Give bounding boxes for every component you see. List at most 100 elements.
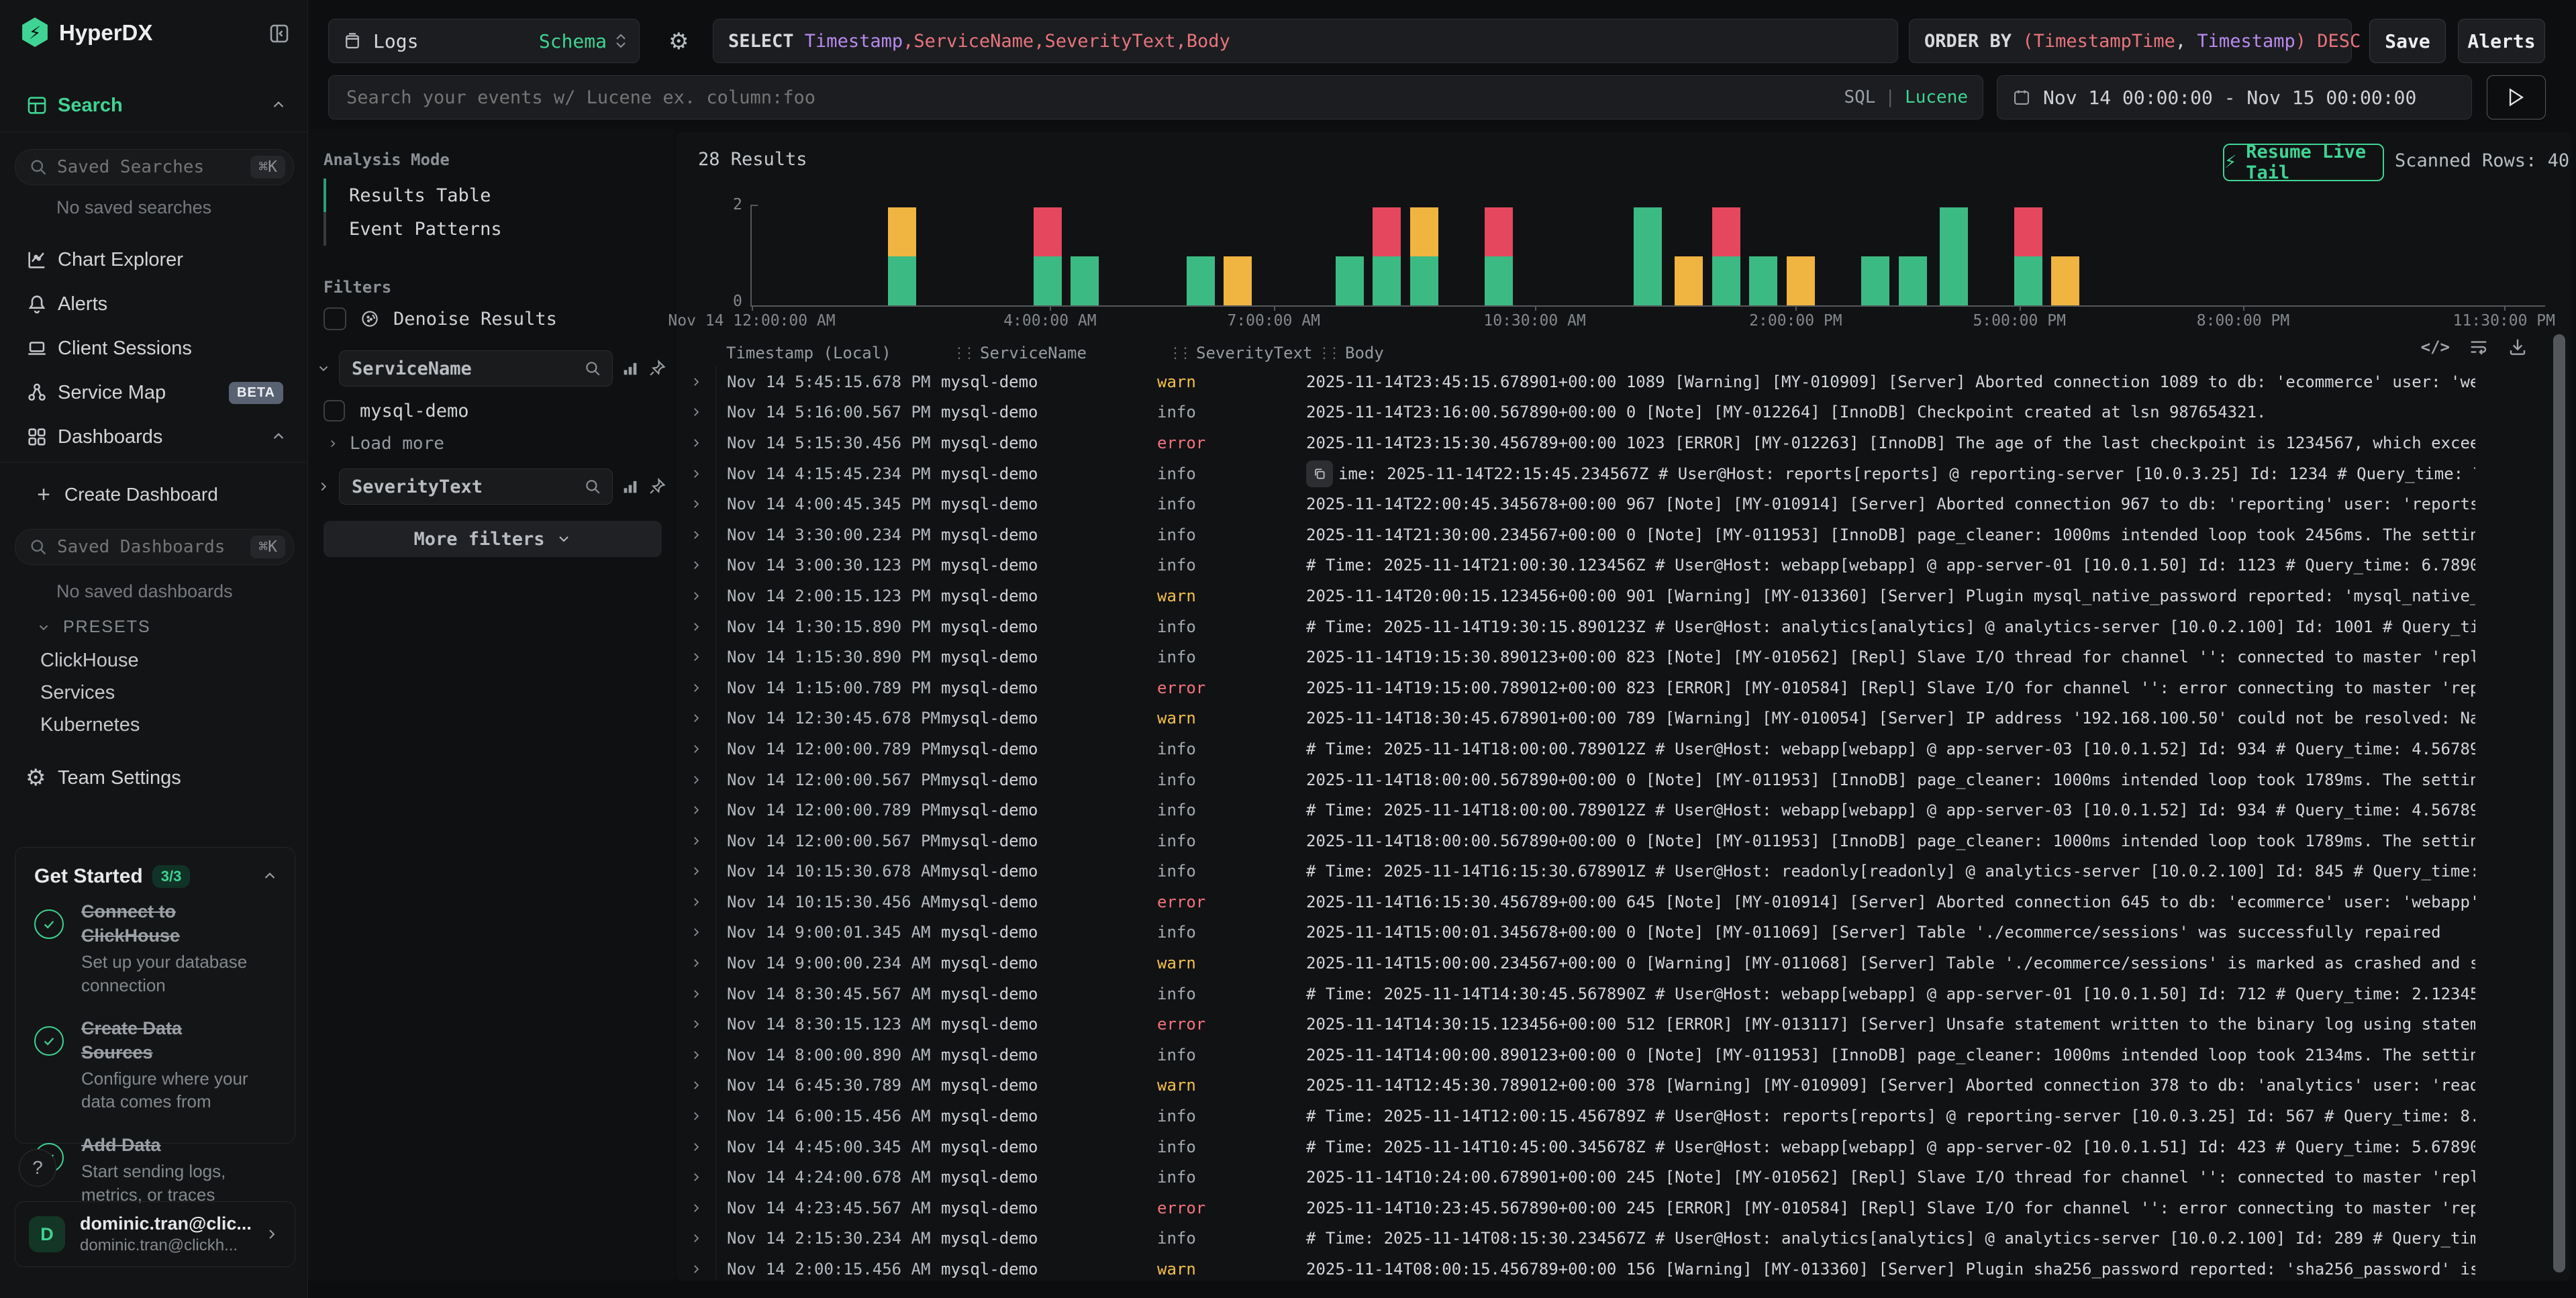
table-row[interactable]: Nov 14 2:15:30.234 AM mysql-demo info # … [677, 1224, 2502, 1254]
orderby-box[interactable]: ORDER BY (TimestampTime, Timestamp) DESC [1909, 19, 2352, 63]
event-search-input[interactable] [345, 87, 1844, 109]
expand-row-chevron-icon[interactable] [690, 774, 715, 786]
saved-dashboards-input[interactable] [56, 536, 250, 558]
expand-row-chevron-icon[interactable] [690, 1141, 715, 1153]
sidebar-item-dashboards[interactable]: Dashboards [0, 416, 307, 458]
histogram-bar[interactable] [1485, 207, 1513, 305]
table-row[interactable]: Nov 14 3:30:00.234 PM mysql-demo info 20… [677, 519, 2502, 550]
preset-services[interactable]: Services [40, 682, 115, 704]
expand-row-chevron-icon[interactable] [690, 682, 715, 694]
sidebar-item-alerts[interactable]: Alerts [0, 283, 307, 325]
table-row[interactable]: Nov 14 12:00:00.789 PM mysql-demo info #… [677, 734, 2502, 764]
table-row[interactable]: Nov 14 4:23:45.567 AM mysql-demo error 2… [677, 1193, 2502, 1224]
sidebar-item-client-sessions[interactable]: Client Sessions [0, 328, 307, 369]
table-row[interactable]: Nov 14 6:45:30.789 AM mysql-demo warn 20… [677, 1070, 2502, 1101]
download-icon[interactable] [2508, 337, 2528, 357]
table-row[interactable]: Nov 14 6:00:15.456 AM mysql-demo info # … [677, 1101, 2502, 1132]
expand-row-chevron-icon[interactable] [690, 1171, 715, 1183]
table-row[interactable]: Nov 14 2:00:15.123 PM mysql-demo warn 20… [677, 581, 2502, 611]
help-button[interactable]: ? [19, 1149, 56, 1187]
table-row[interactable]: Nov 14 1:15:00.789 PM mysql-demo error 2… [677, 672, 2502, 703]
get-started-item[interactable]: Connect to ClickHouse Set up your databa… [34, 900, 281, 997]
expand-row-chevron-icon[interactable] [690, 896, 715, 908]
histogram-bar[interactable] [1373, 207, 1401, 305]
table-row[interactable]: Nov 14 1:15:30.890 PM mysql-demo info 20… [677, 642, 2502, 672]
create-dashboard-button[interactable]: + Create Dashboard [0, 474, 307, 515]
load-more-button[interactable]: Load more [327, 434, 444, 454]
expand-row-chevron-icon[interactable] [690, 559, 715, 571]
chevron-right-icon[interactable] [316, 479, 331, 494]
filter-group-search[interactable]: ServiceName [339, 350, 613, 387]
copy-icon[interactable] [1306, 460, 1333, 487]
run-query-button[interactable] [2487, 75, 2546, 119]
resume-live-tail-button[interactable]: ⚡ Resume Live Tail [2223, 144, 2384, 181]
lucene-mode-toggle[interactable]: Lucene [1905, 87, 1968, 107]
saved-searches-search[interactable]: ⌘K [15, 149, 294, 185]
get-started-item[interactable]: Add Data Start sending logs, metrics, or… [34, 1134, 281, 1206]
table-row[interactable]: Nov 14 8:30:45.567 AM mysql-demo info # … [677, 979, 2502, 1009]
histogram-bar[interactable] [1940, 207, 1968, 305]
save-button[interactable]: Save [2369, 19, 2446, 63]
more-filters-button[interactable]: More filters [324, 521, 662, 557]
analysis-mode-event-patterns[interactable]: Event Patterns [324, 212, 502, 246]
user-menu[interactable]: D dominic.tran@clic... dominic.tran@clic… [15, 1201, 295, 1267]
sidebar-item-service-map[interactable]: Service Map BETA [0, 372, 307, 413]
histogram-bar[interactable] [1187, 256, 1215, 305]
date-range-picker[interactable]: Nov 14 00:00:00 - Nov 15 00:00:00 [1997, 75, 2472, 119]
table-row[interactable]: Nov 14 5:15:30.456 PM mysql-demo error 2… [677, 428, 2502, 458]
table-row[interactable]: Nov 14 12:00:00.567 PM mysql-demo info 2… [677, 764, 2502, 795]
expand-row-chevron-icon[interactable] [690, 406, 715, 418]
code-view-icon[interactable]: </> [2421, 338, 2450, 356]
sidebar-item-chart-explorer[interactable]: Chart Explorer [0, 239, 307, 281]
expand-row-chevron-icon[interactable] [690, 376, 715, 388]
expand-row-chevron-icon[interactable] [690, 926, 715, 938]
expand-row-chevron-icon[interactable] [690, 1079, 715, 1091]
alerts-button[interactable]: Alerts [2458, 19, 2545, 63]
expand-row-chevron-icon[interactable] [690, 957, 715, 969]
expand-row-chevron-icon[interactable] [690, 651, 715, 663]
histogram-bar[interactable] [1787, 256, 1815, 305]
table-row[interactable]: Nov 14 12:00:00.789 PM mysql-demo info #… [677, 795, 2502, 826]
histogram-bar[interactable] [1712, 207, 1740, 305]
table-row[interactable]: Nov 14 8:30:15.123 AM mysql-demo error 2… [677, 1009, 2502, 1040]
table-row[interactable]: Nov 14 9:00:00.234 AM mysql-demo warn 20… [677, 948, 2502, 979]
preset-kubernetes[interactable]: Kubernetes [40, 714, 140, 736]
expand-row-chevron-icon[interactable] [690, 498, 715, 510]
table-row[interactable]: Nov 14 10:15:30.678 AM mysql-demo info #… [677, 856, 2502, 887]
saved-searches-input[interactable] [56, 156, 250, 178]
sidebar-item-search[interactable]: Search [0, 85, 307, 126]
get-started-item[interactable]: Create Data Sources Configure where your… [34, 1017, 281, 1113]
collapse-sidebar-icon[interactable] [267, 21, 291, 46]
table-row[interactable]: Nov 14 5:45:15.678 PM mysql-demo warn 20… [677, 366, 2502, 397]
table-row[interactable]: Nov 14 2:00:15.456 AM mysql-demo warn 20… [677, 1254, 2502, 1279]
pin-icon[interactable] [648, 359, 666, 378]
sidebar-item-team-settings[interactable]: ⚙ Team Settings [0, 757, 307, 799]
expand-row-chevron-icon[interactable] [690, 1049, 715, 1061]
chevron-up-icon[interactable] [261, 868, 279, 885]
histogram-bar[interactable] [1410, 207, 1438, 305]
drag-handle-icon[interactable]: ⋮⋮ [952, 345, 972, 362]
source-settings-gear-icon[interactable]: ⚙ [668, 28, 689, 55]
expand-row-chevron-icon[interactable] [690, 804, 715, 816]
bar-chart-icon[interactable] [621, 477, 640, 496]
column-header-timestamp[interactable]: Timestamp (Local) [715, 344, 941, 362]
column-header-servicename[interactable]: ⋮⋮ServiceName [941, 344, 1157, 362]
filter-value-mysql-demo[interactable]: mysql-demo [324, 400, 469, 421]
table-row[interactable]: Nov 14 4:15:45.234 PM mysql-demo info im… [677, 458, 2502, 489]
filter-value-checkbox[interactable] [324, 400, 345, 421]
histogram-bar[interactable] [1899, 256, 1927, 305]
table-row[interactable]: Nov 14 10:15:30.456 AM mysql-demo error … [677, 887, 2502, 917]
expand-row-chevron-icon[interactable] [690, 743, 715, 755]
table-row[interactable]: Nov 14 12:30:45.678 PM mysql-demo warn 2… [677, 703, 2502, 734]
chevron-down-icon[interactable] [316, 361, 331, 376]
expand-row-chevron-icon[interactable] [690, 1232, 715, 1244]
expand-row-chevron-icon[interactable] [690, 437, 715, 449]
filter-group-search[interactable]: SeverityText [339, 468, 613, 505]
pin-icon[interactable] [648, 477, 666, 496]
expand-row-chevron-icon[interactable] [690, 988, 715, 1000]
expand-row-chevron-icon[interactable] [690, 1018, 715, 1030]
drag-handle-icon[interactable]: ⋮⋮ [1317, 345, 1337, 362]
table-row[interactable]: Nov 14 3:00:30.123 PM mysql-demo info # … [677, 550, 2502, 581]
bar-chart-icon[interactable] [621, 359, 640, 378]
table-row[interactable]: Nov 14 9:00:01.345 AM mysql-demo info 20… [677, 917, 2502, 948]
